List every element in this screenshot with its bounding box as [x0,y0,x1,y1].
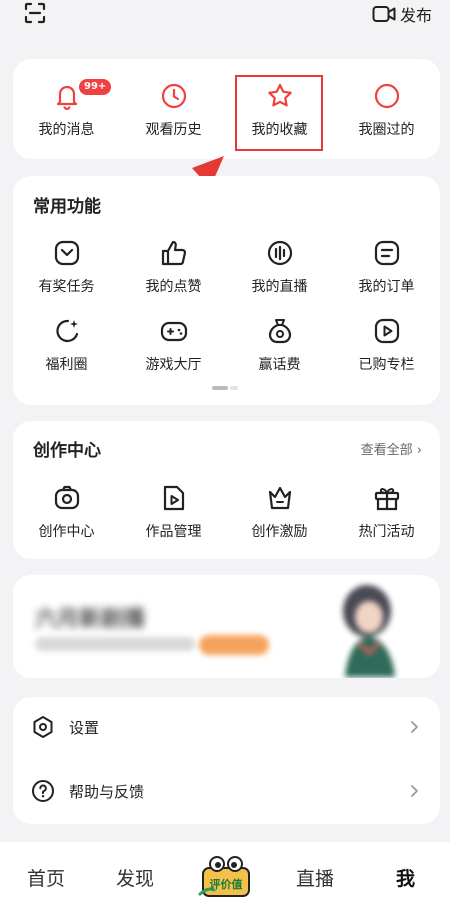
quick-item-label: 观看历史 [145,122,202,138]
create-item-label: 热门活动 [358,524,415,540]
common-item-tasks[interactable]: 有奖任务 [13,238,120,296]
quick-item-label: 我的消息 [38,122,95,138]
camera-icon [54,485,79,510]
create-item-label: 作品管理 [145,524,202,540]
common-item-likes[interactable]: 我的点赞 [120,238,227,296]
common-item-orders[interactable]: 我的订单 [333,238,440,296]
quick-item-circled[interactable]: 我圈过的 [333,81,440,139]
create-item-events[interactable]: 热门活动 [333,483,440,541]
bottom-nav: 首页 发现 评价值 直播 我 [0,842,450,920]
see-all-link[interactable]: 查看全部 › [361,439,422,458]
settings-hex-icon [33,716,53,738]
center-logo-icon[interactable]: 评价值 [197,854,255,898]
nav-home[interactable]: 首页 [27,864,65,891]
task-icon [54,240,79,266]
help-feedback-row[interactable]: 帮助与反馈 [13,761,440,821]
settings-label: 设置 [69,718,100,737]
help-icon [32,780,54,802]
common-functions-card: 常用功能 有奖任务 我的点赞 我的直播 我的订单 福利圈 游戏大厅 赢话费 已购… [13,176,440,405]
chevron-right-icon [411,785,418,797]
banner-title: 六月新剧播 [35,607,146,632]
create-item-incentive[interactable]: 创作激励 [226,483,333,541]
circle-icon [374,83,399,109]
chevron-right-icon [411,721,418,733]
create-item-center[interactable]: 创作中心 [13,483,120,541]
nav-discover[interactable]: 发现 [116,864,154,891]
creation-center-title: 创作中心 [33,441,101,461]
page-indicator-inactive [230,386,238,390]
crown-icon [268,486,291,510]
video-camera-icon [372,6,396,22]
common-item-welfare[interactable]: 福利圈 [13,316,120,374]
quick-item-history[interactable]: 观看历史 [120,81,227,139]
common-item-label: 我的点赞 [145,279,202,295]
common-item-label: 赢话费 [258,357,301,373]
scan-icon[interactable] [24,2,46,24]
thumbs-up-icon [161,240,186,266]
video-file-icon [163,485,184,511]
create-item-label: 创作中心 [38,524,95,540]
top-bar: 发布 [0,0,450,48]
common-item-games[interactable]: 游戏大厅 [120,316,227,374]
publish-label: 发布 [399,6,432,25]
common-item-label: 游戏大厅 [145,357,202,373]
settings-card: 设置 帮助与反馈 [13,697,440,824]
nav-live[interactable]: 直播 [296,864,334,891]
common-functions-title: 常用功能 [33,197,101,217]
gift-icon [374,488,399,511]
purchased-play-icon [374,318,399,344]
banner-action-pill [199,635,269,655]
common-item-phone-credit[interactable]: 赢话费 [226,316,333,374]
page-indicator-active [212,386,228,390]
creation-center-card: 创作中心 查看全部 › 创作中心 作品管理 创作激励 热门活动 [13,421,440,559]
common-item-label: 福利圈 [45,357,88,373]
bell-icon [56,85,77,111]
create-item-label: 创作激励 [251,524,308,540]
clock-icon [161,83,186,109]
promo-banner[interactable]: 六月新剧播 [13,575,440,678]
common-item-purchased[interactable]: 已购专栏 [333,316,440,374]
quick-access-card: 我的消息 99+ 观看历史 我的收藏 我圈过的 [13,59,440,159]
quick-item-label: 我圈过的 [358,122,415,138]
unread-badge: 99+ [79,79,112,95]
common-item-live[interactable]: 我的直播 [226,238,333,296]
nav-me[interactable]: 我 [396,864,415,891]
common-item-label: 已购专栏 [358,357,415,373]
publish-button[interactable]: 发布 [372,2,432,26]
create-item-works[interactable]: 作品管理 [120,483,227,541]
highlight-annotation-box [235,75,323,151]
settings-row[interactable]: 设置 [13,697,440,757]
sparkle-moon-icon [55,319,78,343]
common-item-label: 我的直播 [251,279,308,295]
live-icon [267,240,292,266]
common-item-label: 有奖任务 [38,279,95,295]
common-item-label: 我的订单 [358,279,415,295]
order-icon [374,240,399,266]
banner-character-image [343,585,395,677]
banner-subtitle-placeholder [35,637,195,651]
help-feedback-label: 帮助与反馈 [69,782,145,801]
gamepad-icon [160,321,187,342]
money-bag-icon [268,319,291,344]
page-indicator [212,386,238,390]
center-logo-text: 评价值 [210,877,243,891]
